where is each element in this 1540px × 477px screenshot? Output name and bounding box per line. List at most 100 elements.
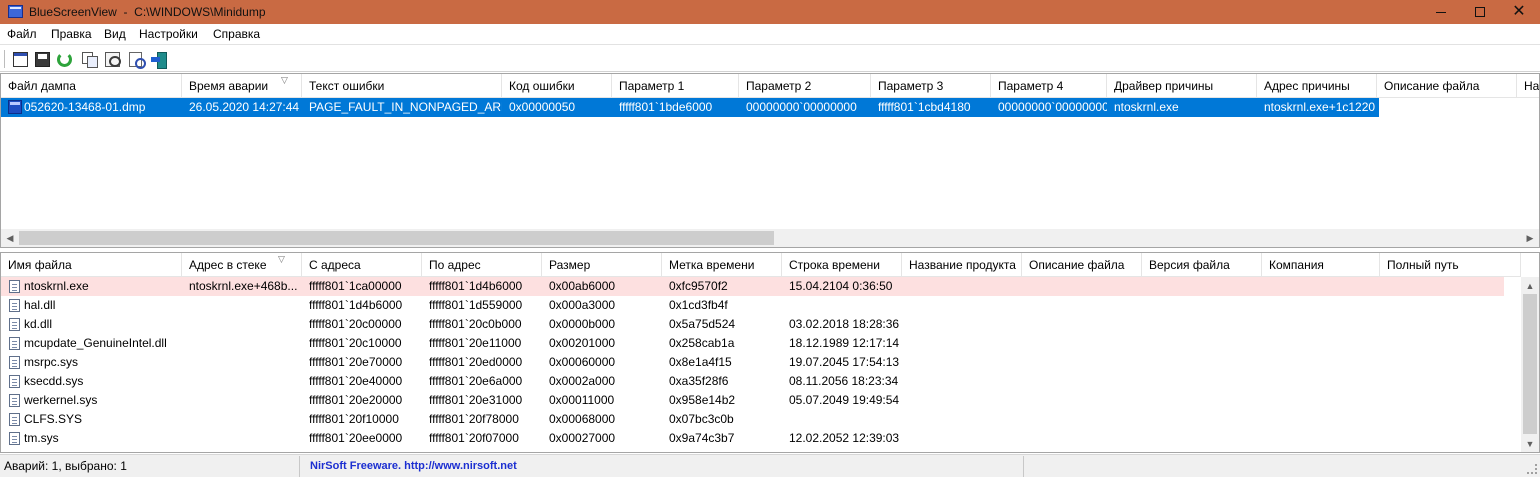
cell-parameter-3: fffff801`1cbd4180 <box>878 100 971 114</box>
cell-company <box>1262 315 1380 334</box>
cell-company <box>1262 277 1380 296</box>
cell-full-path <box>1380 277 1521 296</box>
menu-help[interactable]: Справка <box>213 27 260 41</box>
col-parameter-4[interactable]: Параметр 4 <box>991 74 1107 98</box>
dump-row[interactable]: 052620-13468-01.dmp 26.05.2020 14:27:44 … <box>1 98 1379 117</box>
cell-parameter-4: 00000000`00000000 <box>998 100 1107 114</box>
menu-file[interactable]: Файл <box>7 27 37 41</box>
col-to-address[interactable]: По адрес <box>422 253 542 277</box>
cell-timestamp: 0x9a74c3b7 <box>669 431 735 445</box>
chevron-right-icon: ▶ <box>1526 232 1534 243</box>
scroll-left-button[interactable]: ◀ <box>1 229 19 247</box>
scroll-down-button[interactable]: ▼ <box>1521 435 1539 452</box>
cell-file-version <box>1142 353 1262 372</box>
resize-grip-icon[interactable] <box>1527 464 1537 474</box>
cell-full-path <box>1380 410 1521 429</box>
html-report-button[interactable] <box>11 50 29 68</box>
scroll-up-button[interactable]: ▲ <box>1521 277 1539 294</box>
save-icon <box>34 51 50 67</box>
driver-row[interactable]: kd.dll fffff801`20c00000 fffff801`20c0b000… <box>1 315 1504 334</box>
menu-settings[interactable]: Настройки <box>139 27 198 41</box>
copy-icon <box>81 51 98 68</box>
driver-list-vscrollbar[interactable]: ▲ ▼ <box>1521 277 1539 452</box>
col-parameter-1[interactable]: Параметр 1 <box>612 74 739 98</box>
col-timestamp[interactable]: Метка времени <box>662 253 782 277</box>
cell-to-address: fffff801`20c0b000 <box>429 317 522 331</box>
col-caused-by-driver[interactable]: Драйвер причины <box>1107 74 1257 98</box>
driver-row[interactable]: ksecdd.sys fffff801`20e40000 fffff801`20e6… <box>1 372 1504 391</box>
col-full-path[interactable]: Полный путь <box>1380 253 1521 277</box>
col-company[interactable]: Компания <box>1262 253 1380 277</box>
col-filename[interactable]: Имя файла <box>1 253 182 277</box>
driver-row[interactable]: werkernel.sys fffff801`20e20000 fffff801`2… <box>1 391 1504 410</box>
col-dump-file[interactable]: Файл дампа <box>1 74 182 98</box>
menu-view[interactable]: Вид <box>104 27 126 41</box>
col-size[interactable]: Размер <box>542 253 662 277</box>
cell-company <box>1262 372 1380 391</box>
save-button[interactable] <box>33 50 51 68</box>
minimize-icon <box>1436 11 1446 13</box>
menu-edit[interactable]: Правка <box>51 27 92 41</box>
cell-company <box>1262 391 1380 410</box>
copy-button[interactable] <box>80 50 98 68</box>
col-crash-time-label: Время аварии <box>189 79 269 93</box>
cell-caused-by-address: ntoskrnl.exe+1c1220 <box>1264 100 1376 114</box>
col-parameter-2[interactable]: Параметр 2 <box>739 74 871 98</box>
cell-timestamp: 0x07bc3c0b <box>669 412 734 426</box>
driver-row[interactable]: tm.sys fffff801`20ee0000 fffff801`20f07000… <box>1 429 1504 448</box>
cell-size: 0x00011000 <box>549 393 615 407</box>
driver-row[interactable]: hal.dll fffff801`1d4b6000 fffff801`1d55900… <box>1 296 1504 315</box>
cell-size: 0x0000b000 <box>549 317 616 331</box>
cell-bug-check-string: PAGE_FAULT_IN_NONPAGED_AREA <box>309 100 502 114</box>
find-button[interactable] <box>127 50 146 69</box>
col-product-name-partial[interactable]: На <box>1517 74 1539 98</box>
col-file-version[interactable]: Версия файла <box>1142 253 1262 277</box>
col-parameter-3[interactable]: Параметр 3 <box>871 74 991 98</box>
cell-product-name <box>902 296 1022 315</box>
cell-file-version <box>1142 372 1262 391</box>
cell-address-in-stack <box>182 391 302 410</box>
cell-address-in-stack <box>182 429 302 448</box>
cell-from-address: fffff801`20e20000 <box>309 393 403 407</box>
cell-size: 0x00068000 <box>549 412 616 426</box>
nirsoft-link[interactable]: NirSoft Freeware. http://www.nirsoft.net <box>306 456 1024 477</box>
driver-list[interactable]: Имя файла Адрес в стеке ▽ С адреса По ад… <box>0 252 1540 453</box>
cell-product-name <box>902 391 1022 410</box>
cell-size: 0x0002a000 <box>549 374 616 388</box>
hscroll-thumb[interactable] <box>19 231 774 245</box>
cell-timestamp: 0x5a75d524 <box>669 317 736 331</box>
cell-filename: werkernel.sys <box>24 393 98 407</box>
col-file-description[interactable]: Описание файла <box>1022 253 1142 277</box>
cell-filename: mcupdate_GenuineIntel.dll <box>24 336 167 350</box>
col-from-address[interactable]: С адреса <box>302 253 422 277</box>
driver-row[interactable]: mcupdate_GenuineIntel.dll fffff801`20c100… <box>1 334 1504 353</box>
col-product-name[interactable]: Название продукта <box>902 253 1022 277</box>
cell-file-description <box>1022 353 1142 372</box>
col-time-string[interactable]: Строка времени <box>782 253 902 277</box>
exit-button[interactable] <box>149 50 167 69</box>
cell-file-description <box>1022 296 1142 315</box>
driver-row[interactable]: msrpc.sys fffff801`20e70000 fffff801`20ed0… <box>1 353 1504 372</box>
col-bug-check-string[interactable]: Текст ошибки <box>302 74 502 98</box>
dump-list-hscrollbar[interactable]: ◀ ▶ <box>1 229 1539 247</box>
cell-product-name <box>902 353 1022 372</box>
cell-dump-file: 052620-13468-01.dmp <box>24 100 146 114</box>
cell-time-string <box>782 410 902 429</box>
cell-parameter-2: 00000000`00000000 <box>746 100 857 114</box>
cell-time-string: 18.12.1989 12:17:14 <box>789 336 900 350</box>
cell-timestamp: 0x1cd3fb4f <box>669 298 728 312</box>
col-caused-by-address[interactable]: Адрес причины <box>1257 74 1377 98</box>
cell-full-path <box>1380 296 1521 315</box>
refresh-button[interactable] <box>55 50 73 68</box>
vscroll-thumb[interactable] <box>1523 294 1537 434</box>
col-bug-check-code[interactable]: Код ошибки <box>502 74 612 98</box>
col-file-description[interactable]: Описание файла <box>1377 74 1517 98</box>
driver-row[interactable]: CLFS.SYS fffff801`20f10000 fffff801`20f780… <box>1 410 1504 429</box>
cell-from-address: fffff801`1ca00000 <box>309 279 402 293</box>
close-button[interactable]: ✕ <box>1496 0 1540 24</box>
properties-button[interactable] <box>103 50 121 68</box>
dump-list[interactable]: Файл дампа Время аварии ▽ Текст ошибки К… <box>0 73 1540 248</box>
scroll-right-button[interactable]: ▶ <box>1521 229 1539 247</box>
cell-crash-time: 26.05.2020 14:27:44 <box>189 100 300 114</box>
driver-row[interactable]: ntoskrnl.exe ntoskrnl.exe+468b... fffff801… <box>1 277 1504 296</box>
